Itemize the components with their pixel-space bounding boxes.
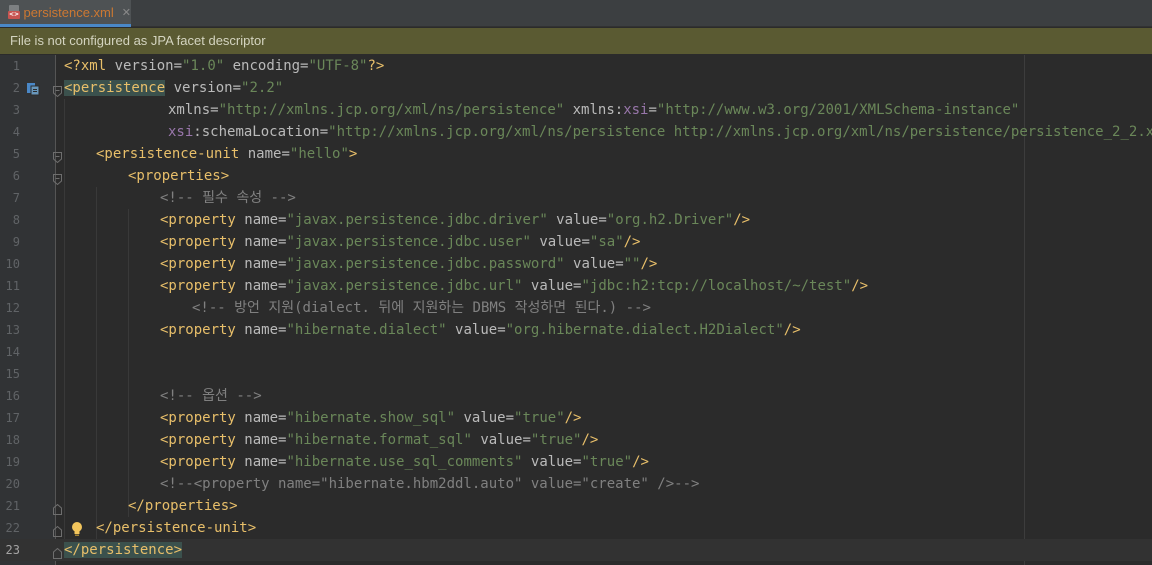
- line-number: 8: [12, 213, 20, 227]
- editor-tab-bar: <> persistence.xml ✕: [0, 0, 1152, 27]
- fold-end-icon[interactable]: [53, 522, 62, 537]
- code-text: </persistence>: [64, 542, 183, 558]
- code-text: </persistence-unit>: [96, 520, 257, 536]
- code-text: <property name="hibernate.format_sql" va…: [160, 432, 599, 448]
- code-line-9: 9 <property name="javax.persistence.jdbc…: [0, 231, 1152, 253]
- line-number: 16: [5, 389, 20, 403]
- fold-minus-icon[interactable]: [53, 82, 62, 98]
- code-line-23: 23 </persistence>: [0, 539, 1152, 561]
- code-text: <!-- 필수 속성 -->: [160, 190, 296, 206]
- code-line-14: 14: [0, 341, 1152, 363]
- code-line-16: 16 <!-- 옵션 -->: [0, 385, 1152, 407]
- code-line-22: 22 </persistence-unit>: [0, 517, 1152, 539]
- code-line-5: 5 <persistence-unit name="hello">: [0, 143, 1152, 165]
- code-line-17: 17 <property name="hibernate.show_sql" v…: [0, 407, 1152, 429]
- code-line-10: 10 <property name="javax.persistence.jdb…: [0, 253, 1152, 275]
- code-text: <properties>: [128, 168, 230, 184]
- code-line-18: 18 <property name="hibernate.format_sql"…: [0, 429, 1152, 451]
- jpa-bookmark-icon[interactable]: [26, 81, 40, 96]
- line-number: 11: [5, 279, 20, 293]
- fold-end-icon[interactable]: [53, 544, 62, 559]
- code-text: </properties>: [128, 498, 238, 514]
- code-line-2: 2 <persistence version="2.2": [0, 77, 1152, 99]
- line-number: 22: [5, 521, 20, 535]
- tab-persistence-xml[interactable]: <> persistence.xml ✕: [0, 0, 131, 27]
- line-number: 18: [5, 433, 20, 447]
- line-number: 3: [12, 103, 20, 117]
- code-line-11: 11 <property name="javax.persistence.jdb…: [0, 275, 1152, 297]
- code-text: <?xml version="1.0" encoding="UTF-8"?>: [64, 58, 385, 74]
- fold-minus-icon[interactable]: [53, 148, 62, 164]
- fold-minus-icon[interactable]: [53, 170, 62, 186]
- line-number: 15: [5, 367, 20, 381]
- line-number: 5: [12, 147, 20, 161]
- line-number: 19: [5, 455, 20, 469]
- code-text: xmlns="http://xmlns.jcp.org/xml/ns/persi…: [168, 102, 1020, 118]
- line-number: 20: [5, 477, 20, 491]
- code-text: <property name="javax.persistence.jdbc.u…: [160, 234, 641, 250]
- lightbulb-icon[interactable]: [70, 521, 84, 537]
- code-text: <property name="hibernate.use_sql_commen…: [160, 454, 649, 470]
- code-line-4: 4 xsi:schemaLocation="http://xmlns.jcp.o…: [0, 121, 1152, 143]
- code-text: <!--<property name="hibernate.hbm2ddl.au…: [160, 476, 700, 492]
- line-number: 21: [5, 499, 20, 513]
- tab-label: persistence.xml: [23, 4, 114, 20]
- line-number: 14: [5, 345, 20, 359]
- code-text: <!-- 옵션 -->: [160, 388, 262, 404]
- line-number: 12: [5, 301, 20, 315]
- code-text: <property name="javax.persistence.jdbc.d…: [160, 212, 751, 228]
- code-text: <property name="hibernate.show_sql" valu…: [160, 410, 582, 426]
- line-number: 10: [5, 257, 20, 271]
- fold-end-icon[interactable]: [53, 500, 62, 515]
- code-text: <property name="javax.persistence.jdbc.p…: [160, 256, 658, 272]
- code-editor[interactable]: 1 <?xml version="1.0" encoding="UTF-8"?>…: [0, 55, 1152, 565]
- line-number: 17: [5, 411, 20, 425]
- line-number: 23: [5, 543, 20, 557]
- code-line-21: 21 </properties>: [0, 495, 1152, 517]
- code-text: <persistence version="2.2": [64, 80, 284, 96]
- code-line-12: 12 <!-- 방언 지원(dialect. 뒤에 지원하는 DBMS 작성하면…: [0, 297, 1152, 319]
- code-line-19: 19 <property name="hibernate.use_sql_com…: [0, 451, 1152, 473]
- code-line-20: 20 <!--<property name="hibernate.hbm2ddl…: [0, 473, 1152, 495]
- code-text: <persistence-unit name="hello">: [96, 146, 358, 162]
- code-line-1: 1 <?xml version="1.0" encoding="UTF-8"?>: [0, 55, 1152, 77]
- banner-message: File is not configured as JPA facet desc…: [10, 33, 266, 48]
- line-number: 6: [12, 169, 20, 183]
- code-text: <property name="javax.persistence.jdbc.u…: [160, 278, 869, 294]
- code-text: <property name="hibernate.dialect" value…: [160, 322, 801, 338]
- code-line-8: 8 <property name="javax.persistence.jdbc…: [0, 209, 1152, 231]
- line-number: 7: [12, 191, 20, 205]
- close-icon[interactable]: ✕: [122, 6, 131, 19]
- code-line-13: 13 <property name="hibernate.dialect" va…: [0, 319, 1152, 341]
- code-line-6: 6 <properties>: [0, 165, 1152, 187]
- code-line-3: 3 xmlns="http://xmlns.jcp.org/xml/ns/per…: [0, 99, 1152, 121]
- code-line-7: 7 <!-- 필수 속성 -->: [0, 187, 1152, 209]
- line-number: 2: [12, 81, 20, 95]
- jpa-facet-warning-banner: File is not configured as JPA facet desc…: [0, 28, 1152, 54]
- code-line-15: 15: [0, 363, 1152, 385]
- line-number: 13: [5, 323, 20, 337]
- code-text: xsi:schemaLocation="http://xmlns.jcp.org…: [168, 124, 1152, 140]
- code-text: <!-- 방언 지원(dialect. 뒤에 지원하는 DBMS 작성하면 된다…: [192, 300, 651, 316]
- line-number: 1: [12, 59, 20, 73]
- line-number: 9: [12, 235, 20, 249]
- xml-file-icon: <>: [8, 5, 20, 19]
- line-number: 4: [12, 125, 20, 139]
